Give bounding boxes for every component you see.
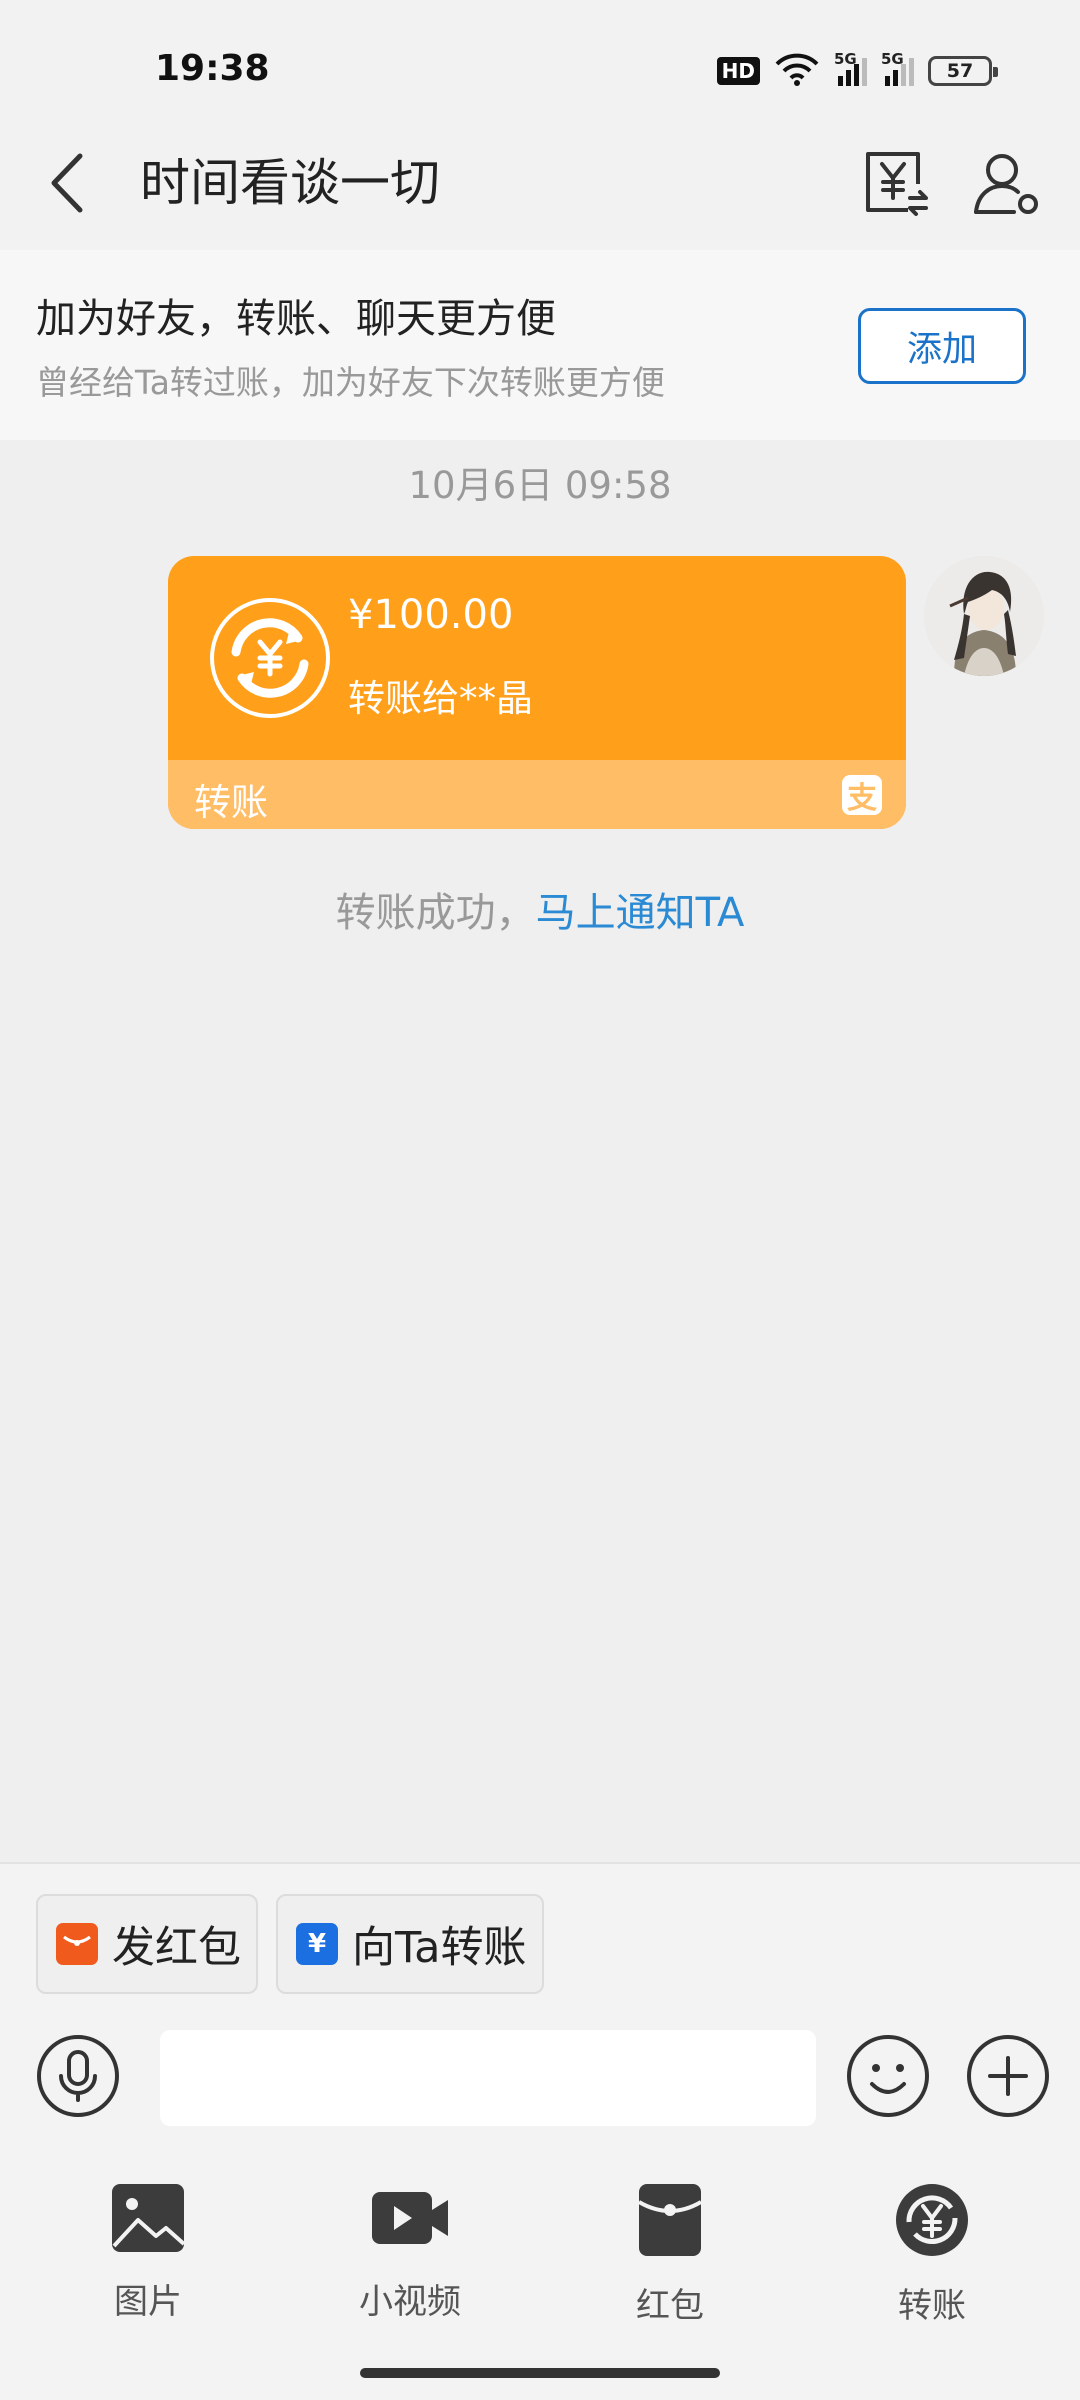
chevron-left-icon <box>51 153 83 213</box>
battery-icon: 57 <box>928 56 998 86</box>
signal-icon-sim2: 5G <box>881 50 914 86</box>
tool-video[interactable]: 小视频 <box>330 2182 490 2332</box>
alipay-icon: 支 <box>842 775 882 816</box>
microphone-icon <box>37 2035 119 2117</box>
home-indicator[interactable] <box>360 2368 720 2378</box>
chat-title: 时间看谈一切 <box>140 154 440 212</box>
tool-transfer[interactable]: 转账 <box>852 2182 1012 2332</box>
banner-title: 加为好友，转账、聊天更方便 <box>36 296 556 342</box>
smiley-icon <box>847 2035 929 2117</box>
bottom-panel: 发红包 ¥ 向Ta转账 图片 小视频 红包 转账 <box>0 1862 1080 2400</box>
notify-link[interactable]: 马上通知TA <box>536 890 745 936</box>
transfer-to-ta-label: 向Ta转账 <box>352 1923 527 1973</box>
profile-settings-button[interactable] <box>970 146 1044 220</box>
avatar-portrait-image <box>924 556 1044 676</box>
user-settings-icon <box>974 154 1038 214</box>
add-friend-banner: 加为好友，转账、聊天更方便 曾经给Ta转过账，加为好友下次转账更方便 添加 <box>0 250 1080 440</box>
transfer-record-button[interactable] <box>858 146 932 220</box>
transfer-amount: ¥100.00 <box>348 592 514 638</box>
transfer-type-label: 转账 <box>194 781 268 824</box>
send-red-packet-button[interactable]: 发红包 <box>36 1894 258 1994</box>
yuan-transfer-icon <box>866 152 928 216</box>
transfer-success-notice: 转账成功，马上通知TA <box>0 880 1080 938</box>
transfer-card-body: ¥100.00 转账给**晶 <box>168 556 906 760</box>
transfer-message-card[interactable]: ¥100.00 转账给**晶 转账 支 <box>168 556 906 829</box>
transfer-cycle-icon <box>896 2184 968 2256</box>
signal-icon-sim1: 5G <box>834 50 867 86</box>
tool-transfer-label: 转账 <box>898 2286 966 2326</box>
avatar[interactable] <box>924 556 1044 676</box>
message-date-stamp: 10月6日 09:58 <box>408 464 672 507</box>
message-input[interactable] <box>160 2030 816 2126</box>
status-icons: HD 5G 5G 57 <box>716 50 998 90</box>
transfer-cycle-icon <box>210 598 330 718</box>
red-packet-icon <box>637 2184 703 2256</box>
add-friend-button[interactable]: 添加 <box>858 308 1026 384</box>
emoji-button[interactable] <box>846 2034 930 2118</box>
plus-icon <box>967 2035 1049 2117</box>
send-red-packet-label: 发红包 <box>112 1923 241 1973</box>
chat-header: 时间看谈一切 <box>0 110 1080 250</box>
red-packet-icon <box>56 1923 98 1965</box>
banner-subtitle: 曾经给Ta转过账，加为好友下次转账更方便 <box>36 363 665 402</box>
yuan-icon: ¥ <box>296 1923 338 1965</box>
voice-input-button[interactable] <box>36 2034 120 2118</box>
transfer-card-footer: 转账 支 <box>168 760 906 829</box>
video-icon <box>372 2192 448 2244</box>
notice-text: 转账成功， <box>335 890 536 936</box>
status-bar: 19:38 HD 5G 5G 57 <box>0 0 1080 110</box>
status-time: 19:38 <box>155 48 270 89</box>
tool-red-packet-label: 红包 <box>636 2286 704 2326</box>
wifi-icon <box>774 52 820 90</box>
tool-photos[interactable]: 图片 <box>68 2182 228 2332</box>
tool-photos-label: 图片 <box>114 2282 182 2322</box>
tool-video-label: 小视频 <box>359 2282 461 2322</box>
image-icon <box>112 2184 186 2252</box>
more-options-button[interactable] <box>966 2034 1050 2118</box>
hd-voice-icon: HD <box>716 57 760 85</box>
transfer-recipient: 转账给**晶 <box>348 677 533 720</box>
transfer-to-ta-button[interactable]: ¥ 向Ta转账 <box>276 1894 544 1994</box>
back-button[interactable] <box>40 146 104 220</box>
tool-red-packet[interactable]: 红包 <box>590 2182 750 2332</box>
